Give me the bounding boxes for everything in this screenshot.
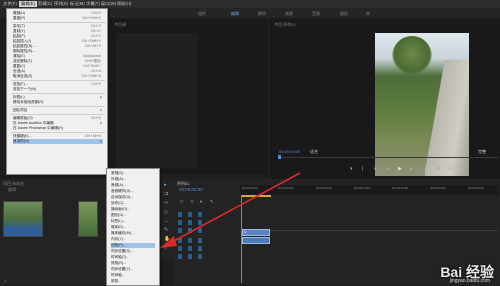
watermark-url: jingyan.baidu.com — [449, 278, 490, 284]
annotation-arrow — [160, 172, 301, 248]
